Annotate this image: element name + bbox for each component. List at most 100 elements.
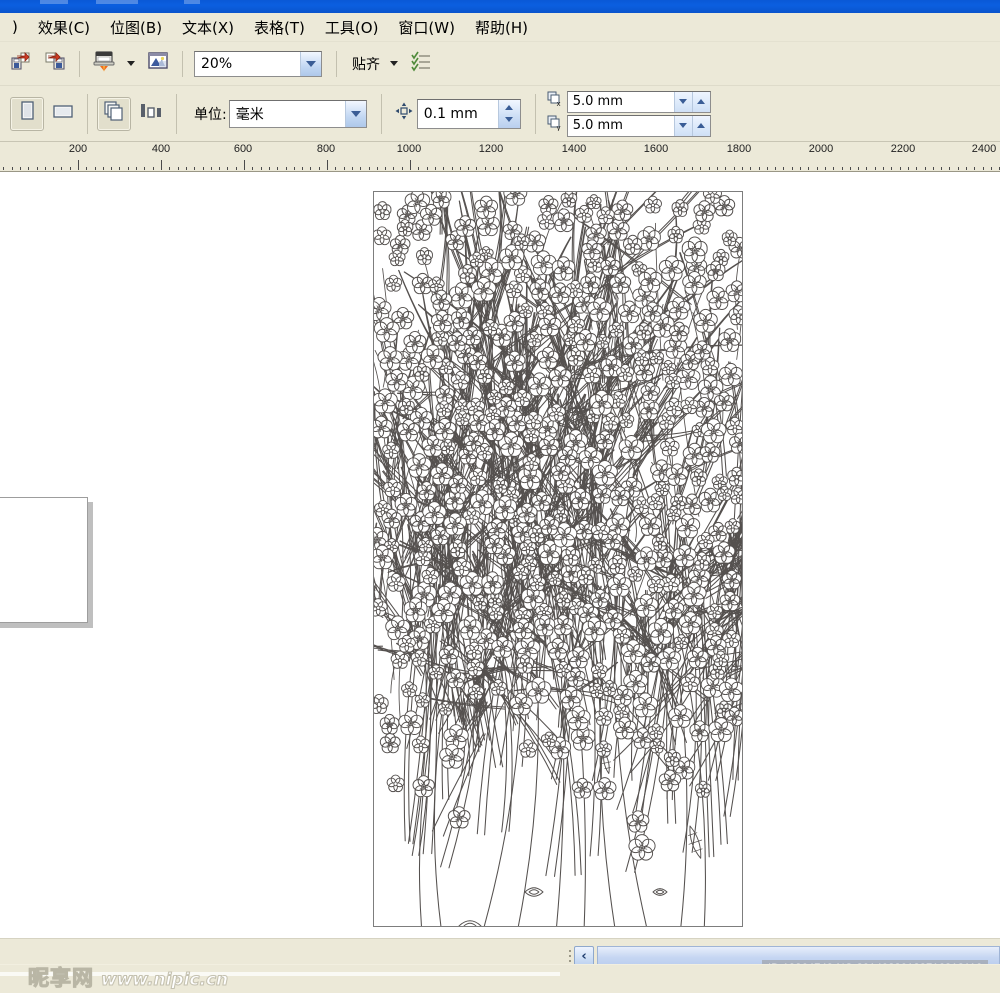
ruler-tick-label: 200 [68, 143, 88, 155]
menu-item-partial[interactable]: ) [2, 15, 28, 39]
ruler-minor-tick [319, 167, 320, 170]
ruler-minor-tick [294, 167, 295, 170]
ruler-minor-tick [12, 167, 13, 170]
ruler-minor-tick [800, 167, 801, 170]
nudge-offset-spinner[interactable]: 0.1 mm [416, 98, 521, 129]
menu-item-table[interactable]: 表格(T) [244, 14, 315, 41]
ruler-minor-tick [128, 167, 129, 170]
duplicate-offset-x-field[interactable]: 5.0 mm [566, 90, 711, 113]
page-thumbnail-partial[interactable] [0, 497, 88, 623]
ruler-minor-tick [277, 167, 278, 170]
drawing-canvas[interactable] [0, 172, 1000, 938]
ruler-minor-tick [335, 167, 336, 170]
ruler-minor-tick [427, 167, 428, 170]
ruler-minor-tick [601, 167, 602, 170]
units-combobox[interactable]: 毫米 [228, 99, 367, 128]
ruler-minor-tick [584, 167, 585, 170]
ruler-minor-tick [418, 167, 419, 170]
ruler-minor-tick [709, 167, 710, 170]
ruler-minor-tick [883, 167, 884, 170]
current-page-button[interactable] [135, 99, 167, 129]
chevron-up-icon [697, 123, 706, 128]
duplicate-offset-y-field[interactable]: 5.0 mm [566, 114, 711, 137]
ruler-minor-tick [369, 167, 370, 170]
page-portrait-icon [16, 100, 38, 127]
ruler-minor-tick [352, 167, 353, 170]
chevron-down-icon [390, 61, 398, 66]
nudge-offset-value: 0.1 mm [423, 105, 478, 122]
ruler-major-tick [161, 160, 162, 170]
zoom-dropdown-arrow[interactable] [300, 51, 321, 76]
publish-button[interactable] [89, 49, 119, 79]
snap-label[interactable]: 贴齐 [352, 54, 380, 74]
ruler-minor-tick [443, 167, 444, 170]
ruler-minor-tick [144, 167, 145, 170]
ruler-minor-tick [476, 167, 477, 170]
ruler-minor-tick [252, 167, 253, 170]
menu-item-tools[interactable]: 工具(O) [315, 14, 389, 41]
menu-item-help[interactable]: 帮助(H) [465, 14, 538, 41]
snap-dropdown-button[interactable] [387, 51, 401, 77]
import-button[interactable] [6, 49, 36, 79]
ruler-minor-tick [119, 167, 120, 170]
zoom-level-combobox[interactable]: 20% [194, 50, 322, 77]
ruler-minor-tick [667, 167, 668, 170]
duplicate-y-down-button[interactable] [673, 115, 692, 136]
ruler-minor-tick [833, 167, 834, 170]
ruler-minor-tick [792, 167, 793, 170]
menu-item-window[interactable]: 窗口(W) [388, 14, 465, 41]
orientation-portrait-button[interactable] [10, 96, 44, 131]
nudge-spin-buttons[interactable] [497, 99, 520, 128]
options-button[interactable] [406, 49, 436, 79]
orientation-landscape-button[interactable] [48, 99, 78, 129]
ruler-minor-tick [86, 167, 87, 170]
title-ghost-2 [96, 0, 138, 4]
zoom-level-value: 20% [201, 55, 233, 72]
ruler-minor-tick [236, 167, 237, 170]
toolbar-separator-7 [534, 93, 536, 134]
ruler-minor-tick [742, 167, 743, 170]
scroll-left-glyph: ‹ [581, 949, 587, 964]
units-dropdown-arrow[interactable] [344, 100, 366, 127]
ruler-minor-tick [676, 167, 677, 170]
nudge-arrows-icon [395, 102, 413, 125]
menu-item-effects[interactable]: 效果(C) [28, 14, 100, 41]
bitmap-button[interactable] [143, 49, 173, 79]
bitmap-image-icon [146, 49, 170, 78]
ruler-minor-tick [925, 167, 926, 170]
publish-icon [92, 49, 116, 78]
ruler-minor-tick [53, 167, 54, 170]
publish-dropdown-button[interactable] [124, 51, 138, 77]
ruler-minor-tick [211, 167, 212, 170]
ruler-minor-tick [344, 167, 345, 170]
ruler-minor-tick [493, 167, 494, 170]
ruler-minor-tick [933, 167, 934, 170]
ruler-minor-tick [974, 167, 975, 170]
duplicate-x-up-button[interactable] [691, 91, 710, 112]
ruler-minor-tick [219, 167, 220, 170]
ruler-minor-tick [452, 167, 453, 170]
artwork-frame[interactable] [373, 191, 743, 927]
ruler-minor-tick [286, 167, 287, 170]
ruler-minor-tick [617, 167, 618, 170]
ruler-minor-tick [103, 167, 104, 170]
ruler-minor-tick [808, 167, 809, 170]
chevron-down-icon [679, 123, 688, 128]
horizontal-ruler[interactable]: 200 400 600 800 1000 1200 1400 1600 1800 2000 2200… [0, 142, 1000, 172]
ruler-minor-tick [435, 167, 436, 170]
scroll-grip-icon[interactable] [566, 946, 574, 966]
property-bar: 单位: 毫米 0.1 mm x 5.0 mm y 5.0 mm [0, 86, 1000, 142]
nudge-offset-group: 0.1 mm [395, 98, 521, 129]
ruler-minor-tick [609, 167, 610, 170]
export-button[interactable] [40, 49, 70, 79]
current-page-icon [138, 101, 164, 126]
ruler-minor-tick [958, 167, 959, 170]
duplicate-y-up-button[interactable] [691, 115, 710, 136]
toolbar-separator-5 [176, 93, 177, 134]
all-pages-button[interactable] [97, 96, 131, 131]
ruler-minor-tick [825, 167, 826, 170]
menu-item-text[interactable]: 文本(X) [172, 14, 244, 41]
duplicate-x-down-button[interactable] [673, 91, 692, 112]
menu-item-bitmaps[interactable]: 位图(B) [100, 14, 172, 41]
application-window: ) 效果(C) 位图(B) 文本(X) 表格(T) 工具(O) 窗口(W) 帮助… [0, 0, 1000, 993]
